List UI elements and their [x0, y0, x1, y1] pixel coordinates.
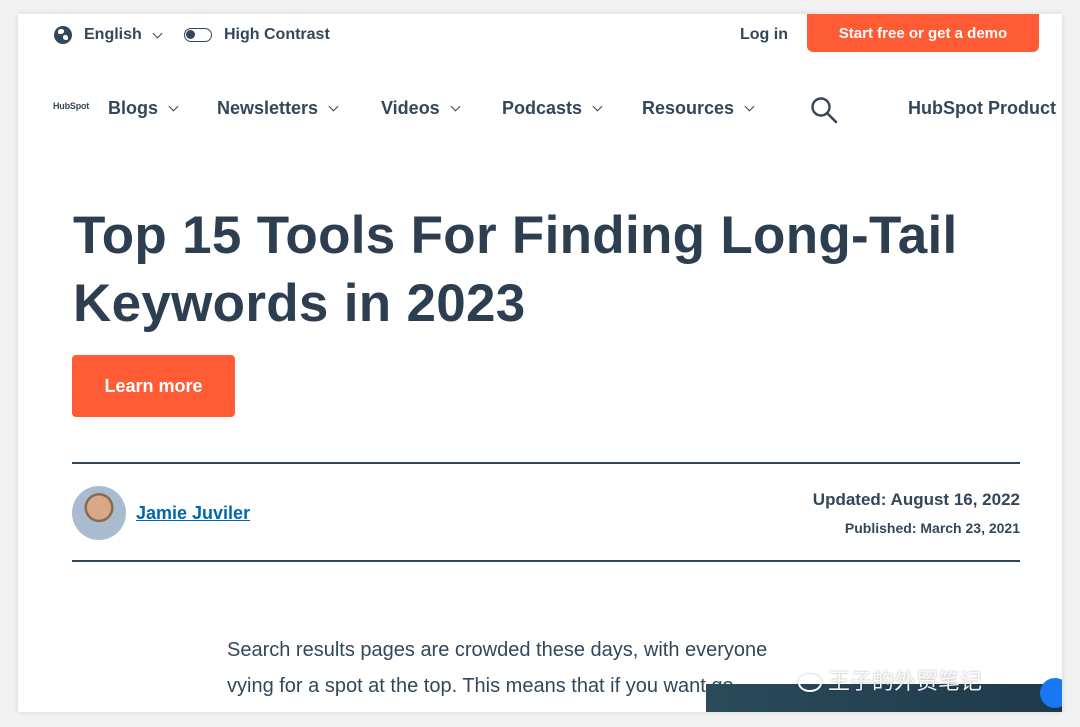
chevron-down-icon [592, 101, 603, 112]
search-icon[interactable] [810, 96, 838, 124]
high-contrast-toggle[interactable]: High Contrast [184, 26, 330, 44]
watermark-text: 王子的外贸笔记 [828, 669, 983, 694]
high-contrast-label: High Contrast [224, 26, 330, 43]
article-title: Top 15 Tools For Finding Long-Tail Keywo… [73, 202, 1033, 338]
author-avatar[interactable] [72, 486, 126, 540]
chevron-down-icon [450, 101, 461, 112]
title-line-2: Keywords in 2023 [73, 274, 526, 333]
language-selector[interactable]: English [54, 26, 163, 44]
nav-item-label: Newsletters [217, 98, 319, 118]
divider-bottom [72, 560, 1020, 562]
chevron-down-icon [744, 101, 755, 112]
start-free-demo-button[interactable]: Start free or get a demo [807, 14, 1039, 52]
wechat-icon [798, 674, 822, 693]
browser-page: English High Contrast Log in Start free … [18, 14, 1062, 712]
nav-item-label: Videos [381, 98, 440, 118]
chevron-down-icon [328, 101, 339, 112]
chevron-down-icon [168, 101, 179, 112]
globe-icon [54, 26, 72, 44]
nav-item-newsletters[interactable]: Newsletters [217, 98, 339, 119]
facebook-icon[interactable] [1040, 678, 1062, 708]
updated-date: Updated: August 16, 2022 [812, 490, 1020, 509]
utility-bar: English High Contrast Log in Start free … [18, 14, 1062, 58]
body-line-1: Search results pages are crowded these d… [227, 639, 768, 661]
toggle-icon [184, 28, 212, 42]
published-date: Published: March 23, 2021 [844, 520, 1020, 536]
hubspot-products-link[interactable]: HubSpot Product [908, 98, 1056, 119]
nav-item-podcasts[interactable]: Podcasts [502, 98, 603, 119]
language-label: English [84, 26, 142, 43]
nav-item-label: Resources [642, 98, 735, 118]
nav-item-label: Podcasts [502, 98, 583, 118]
learn-more-button[interactable]: Learn more [72, 355, 235, 417]
chevron-down-icon [152, 28, 163, 38]
hubspot-logo[interactable]: HubSpot [53, 101, 89, 111]
nav-item-videos[interactable]: Videos [381, 98, 461, 119]
nav-item-label: Blogs [108, 98, 159, 118]
nav-item-blogs[interactable]: Blogs [108, 98, 179, 119]
divider-top [72, 462, 1020, 464]
author-link[interactable]: Jamie Juviler [136, 503, 250, 524]
main-nav: HubSpot Blogs Newsletters Videos Podcast… [18, 94, 1062, 130]
nav-item-resources[interactable]: Resources [642, 98, 755, 119]
watermark: 王子的外贸笔记 [798, 664, 982, 696]
title-line-1: Top 15 Tools For Finding Long-Tail [73, 206, 958, 265]
login-link[interactable]: Log in [740, 26, 788, 44]
